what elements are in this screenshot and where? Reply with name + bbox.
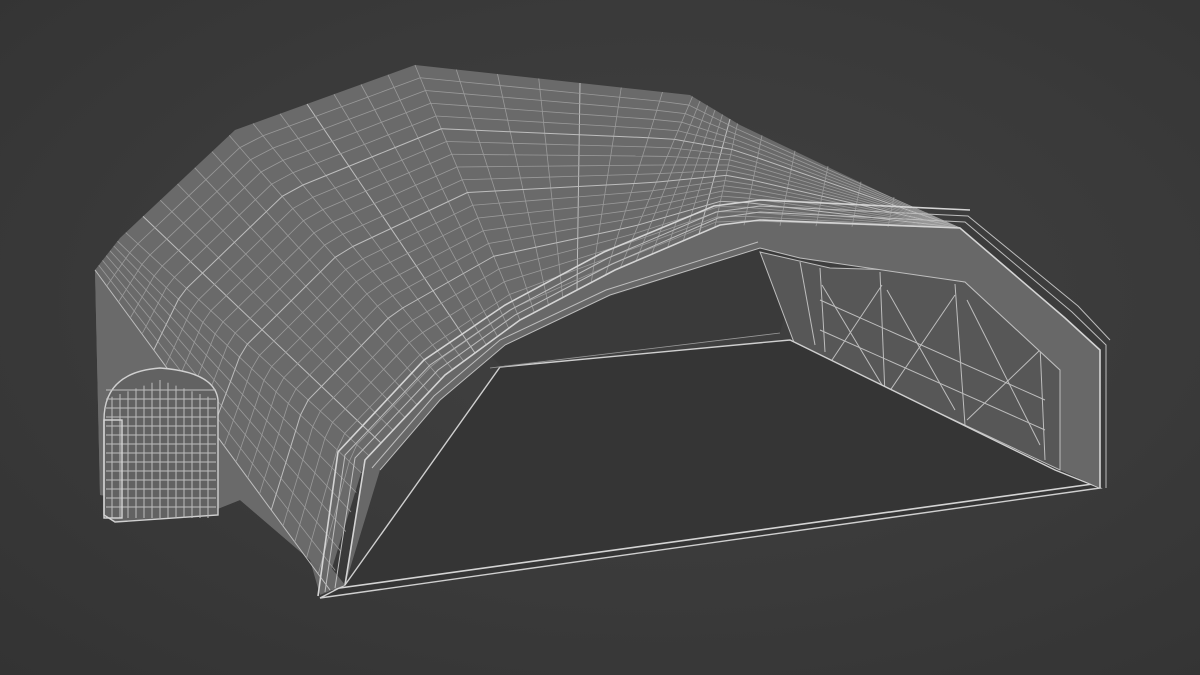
roof-grid-line	[682, 171, 694, 173]
roof-grid-line	[677, 156, 689, 158]
entry-vestibule	[103, 367, 219, 523]
roof-grid-line	[659, 172, 672, 174]
roof-grid-line	[693, 170, 705, 173]
roof-grid-line	[687, 157, 699, 159]
roof-grid-line	[719, 158, 730, 161]
roof-grid-line	[671, 172, 683, 174]
roof-grid-line	[716, 169, 728, 172]
hangar-wireframe-render	[94, 64, 1111, 599]
roof-grid-line	[704, 170, 717, 172]
roof-grid-line	[667, 156, 678, 158]
roof-grid-line	[698, 157, 709, 160]
roof-grid-line	[708, 158, 720, 160]
render-viewport	[0, 0, 1200, 675]
